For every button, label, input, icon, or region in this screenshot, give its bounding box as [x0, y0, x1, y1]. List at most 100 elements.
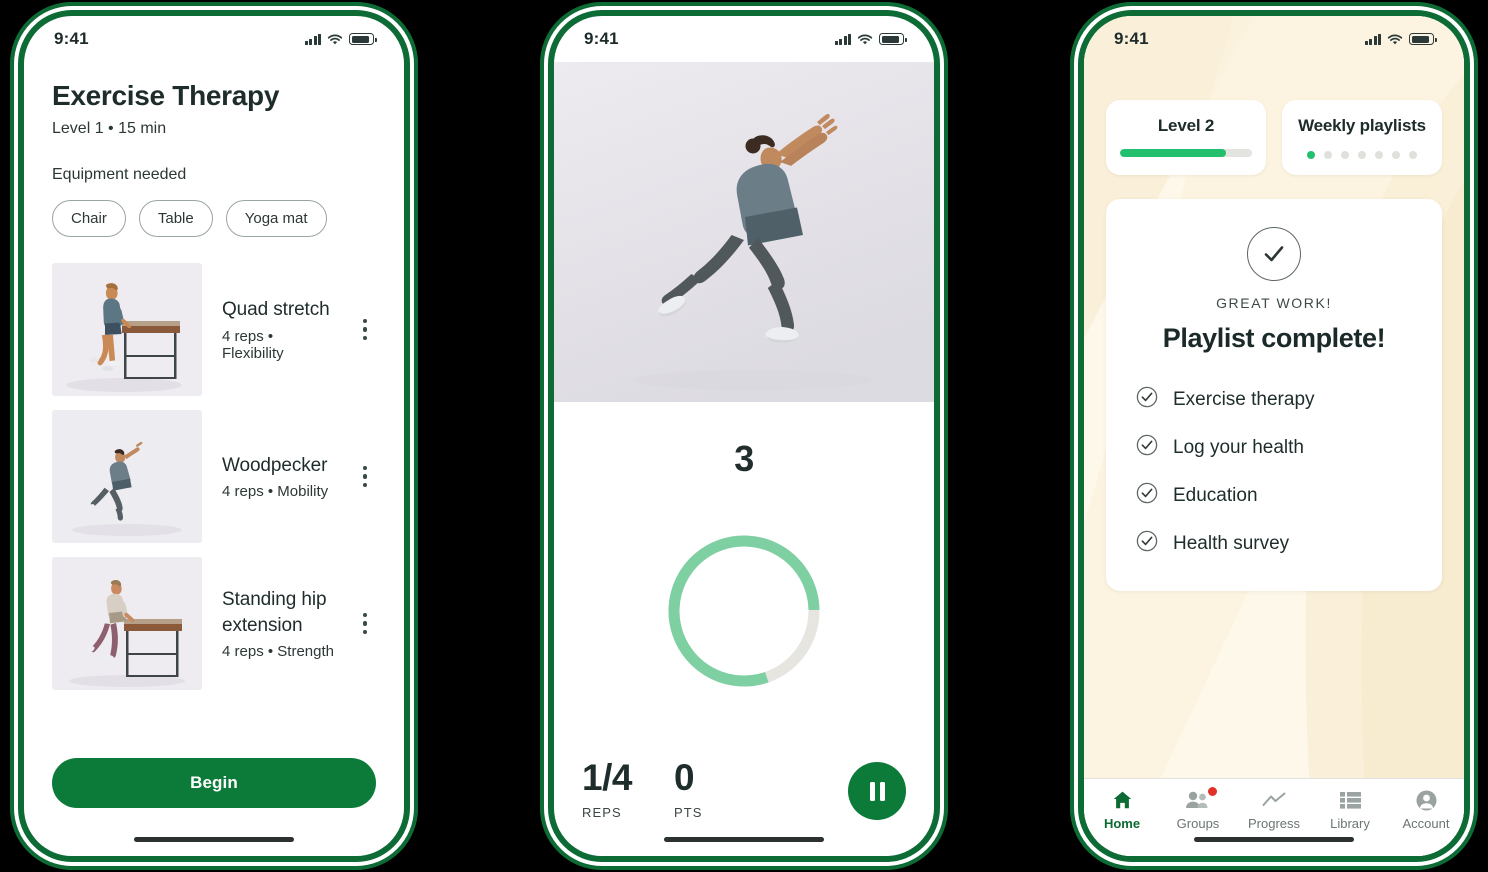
list-item[interactable]: Standing hip extension 4 reps • Strength — [52, 557, 376, 690]
tab-library[interactable]: Library — [1312, 789, 1388, 831]
tab-label: Account — [1402, 816, 1450, 831]
kebab-menu-icon[interactable] — [354, 460, 376, 494]
status-bar-time: 9:41 — [584, 29, 619, 48]
equipment-chip[interactable]: Table — [138, 200, 213, 237]
wifi-icon — [1387, 33, 1403, 45]
begin-button-container: Begin — [52, 758, 376, 808]
phone3-screen: 9:41 Level 2 Weekly playlists GREAT WORK… — [1084, 16, 1464, 856]
completion-card: GREAT WORK! Playlist complete! Exercise … — [1106, 199, 1442, 591]
exercise-name: Woodpecker — [222, 454, 328, 476]
countdown-number: 3 — [734, 438, 754, 479]
completion-heading: Playlist complete! — [1162, 323, 1386, 353]
check-circle-icon — [1247, 227, 1301, 281]
exercise-list: Quad stretch 4 reps • Flexibility Woodpe… — [52, 263, 376, 690]
notification-badge — [1207, 786, 1218, 797]
status-bar-icons — [304, 33, 377, 45]
completion-eyebrow: GREAT WORK! — [1216, 295, 1332, 311]
equipment-chip[interactable]: Chair — [52, 200, 126, 237]
playlist-dot — [1375, 151, 1383, 159]
player-controls: 1/4 REPS 0 PTS — [554, 759, 934, 820]
exercise-video-frame[interactable] — [554, 62, 934, 402]
playlist-dot — [1392, 151, 1400, 159]
status-bar-icons — [834, 33, 907, 45]
begin-button[interactable]: Begin — [52, 758, 376, 808]
task-label: Education — [1173, 484, 1258, 506]
home-indicator — [664, 837, 824, 842]
tab-label: Progress — [1247, 816, 1301, 831]
battery-icon — [1409, 33, 1437, 45]
tab-progress[interactable]: Progress — [1236, 789, 1312, 831]
tab-label: Home — [1103, 816, 1141, 831]
status-bar: 9:41 — [554, 16, 934, 62]
equipment-chip-list: Chair Table Yoga mat — [52, 200, 376, 237]
pause-icon — [879, 781, 885, 801]
kebab-menu-icon[interactable] — [354, 313, 376, 347]
wifi-icon — [857, 33, 873, 45]
tab-groups[interactable]: Groups — [1160, 786, 1236, 831]
tab-account[interactable]: Account — [1388, 789, 1464, 831]
level-title: Level 2 — [1157, 116, 1215, 135]
home-indicator — [1194, 837, 1354, 842]
level-progress-track — [1120, 149, 1252, 157]
check-circle-icon — [1136, 386, 1158, 413]
kebab-menu-icon[interactable] — [354, 607, 376, 641]
playlist-dot — [1358, 151, 1366, 159]
person-icon — [1416, 789, 1437, 811]
points-value: 0 — [673, 757, 695, 798]
phone-mockup-home-complete: 9:41 Level 2 Weekly playlists GREAT WORK… — [1070, 2, 1478, 870]
status-bar-icons — [1364, 33, 1437, 45]
home-icon — [1112, 789, 1133, 811]
list-item: Exercise therapy — [1136, 386, 1418, 413]
exercise-info: Standing hip extension 4 reps • Strength — [222, 587, 334, 659]
list-item: Health survey — [1136, 530, 1418, 557]
battery-icon — [349, 33, 377, 45]
playlist-dot — [1324, 151, 1332, 159]
exercise-meta: 4 reps • Strength — [222, 642, 334, 660]
phone1-content: Exercise Therapy Level 1 • 15 min Equipm… — [24, 62, 404, 690]
level-progress-fill — [1120, 149, 1226, 157]
progress-ring — [668, 535, 820, 687]
phone3-content: Level 2 Weekly playlists GREAT WORK! Pla… — [1084, 100, 1464, 591]
task-label: Health survey — [1173, 532, 1290, 554]
list-icon — [1339, 789, 1361, 811]
list-item[interactable]: Quad stretch 4 reps • Flexibility — [52, 263, 376, 396]
screenshot-stage: 9:41 Exercise Therapy Level 1 • 15 min E… — [0, 0, 1488, 872]
playlist-dot — [1341, 151, 1349, 159]
level-card[interactable]: Level 2 — [1106, 100, 1266, 175]
completed-task-list: Exercise therapy Log your health Educati… — [1130, 386, 1418, 557]
points-stat: 0 PTS — [674, 759, 703, 820]
page-subtitle: Level 1 • 15 min — [52, 120, 167, 137]
weekly-playlists-title: Weekly playlists — [1298, 116, 1426, 135]
tab-label: Library — [1330, 816, 1370, 831]
phone-mockup-exercise-list: 9:41 Exercise Therapy Level 1 • 15 min E… — [10, 2, 418, 870]
task-label: Log your health — [1173, 436, 1304, 458]
exercise-info: Quad stretch 4 reps • Flexibility — [222, 297, 334, 361]
list-item: Log your health — [1136, 434, 1418, 461]
weekly-playlists-card[interactable]: Weekly playlists — [1282, 100, 1442, 175]
phone1-screen: 9:41 Exercise Therapy Level 1 • 15 min E… — [24, 16, 404, 856]
exercise-thumbnail — [52, 410, 202, 543]
pause-button[interactable] — [848, 762, 906, 820]
home-indicator — [134, 837, 294, 842]
check-circle-icon — [1136, 434, 1158, 461]
exercise-name: Quad stretch — [222, 299, 330, 321]
exercise-meta: 4 reps • Flexibility — [222, 327, 284, 362]
summary-cards: Level 2 Weekly playlists — [1106, 100, 1442, 175]
cellular-signal-icon — [834, 33, 851, 45]
playlist-dot — [1409, 151, 1417, 159]
wifi-icon — [327, 33, 343, 45]
phone2-screen: 9:41 3 1/4 REPS 0 PTS — [554, 16, 934, 856]
status-bar: 9:41 — [1084, 16, 1464, 62]
task-label: Exercise therapy — [1173, 388, 1315, 410]
exercise-thumbnail — [52, 263, 202, 396]
list-item: Education — [1136, 482, 1418, 509]
tab-home[interactable]: Home — [1084, 789, 1160, 831]
line-chart-icon — [1262, 789, 1286, 811]
exercise-name: Standing hip extension — [222, 589, 327, 636]
exercise-thumbnail — [52, 557, 202, 690]
list-item[interactable]: Woodpecker 4 reps • Mobility — [52, 410, 376, 543]
points-label: PTS — [673, 805, 703, 820]
cellular-signal-icon — [1364, 33, 1381, 45]
equipment-chip[interactable]: Yoga mat — [225, 200, 327, 237]
exercise-info: Woodpecker 4 reps • Mobility — [222, 453, 334, 500]
